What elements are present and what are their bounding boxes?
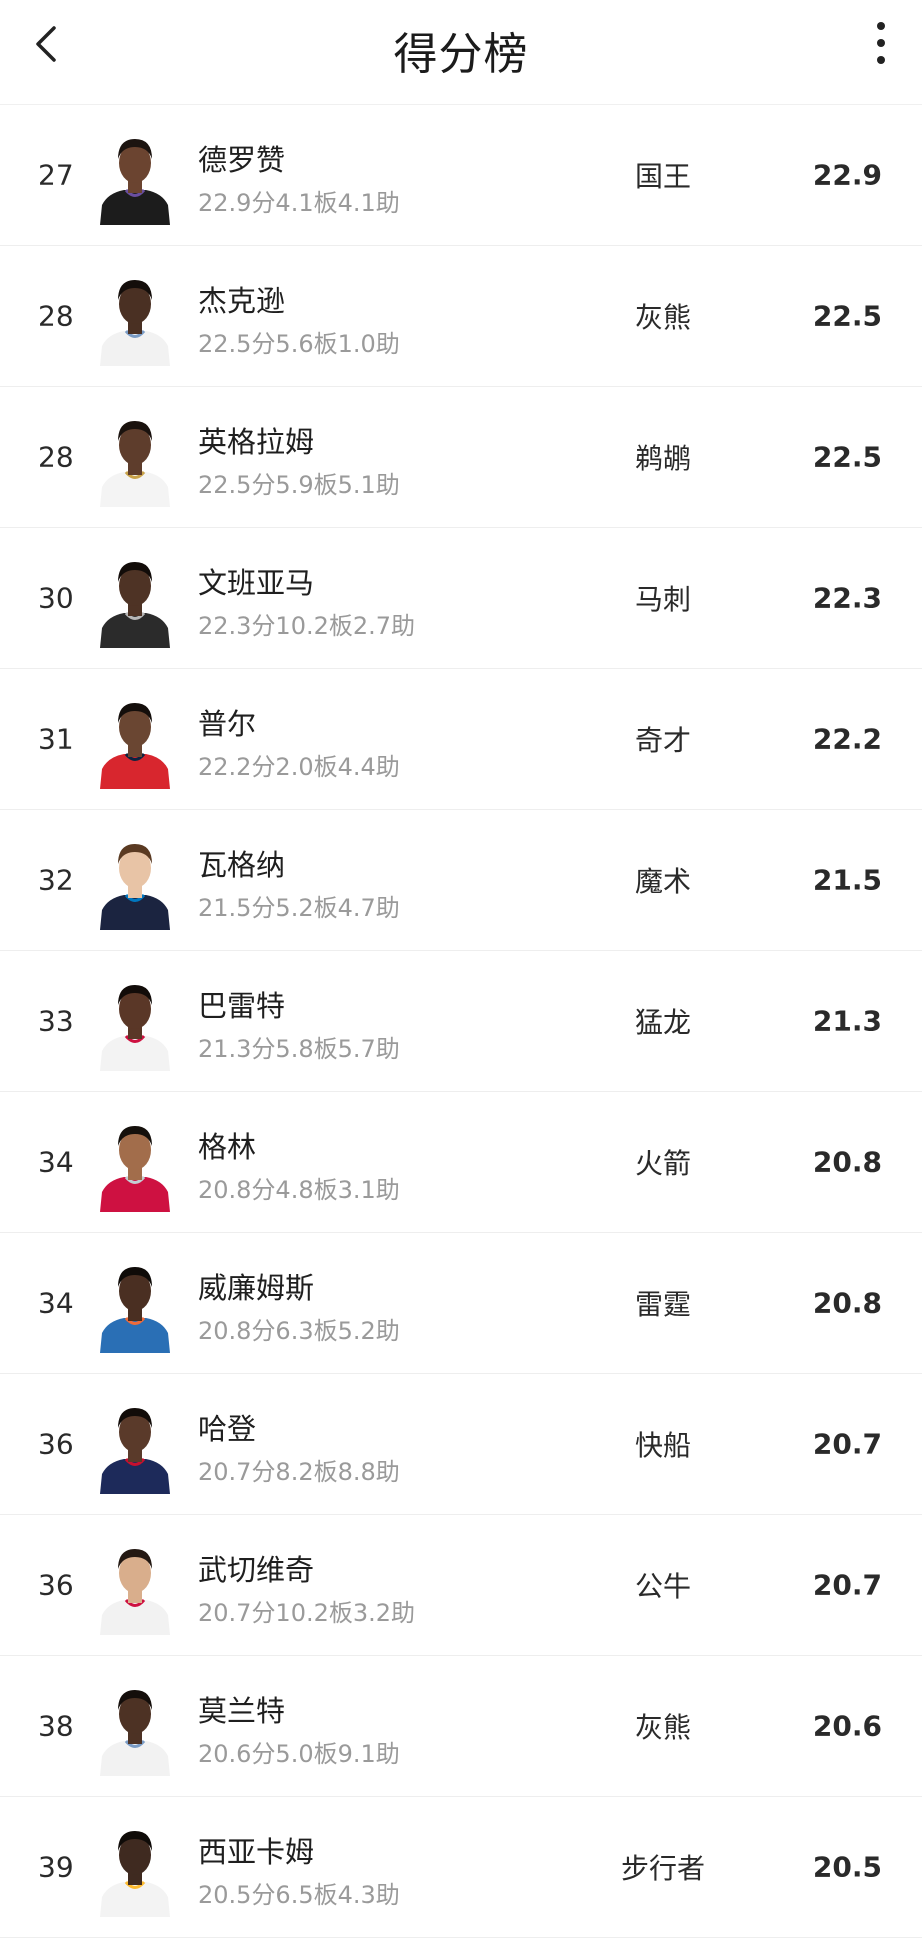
player-stats-line: 20.6分5.0板9.1助: [198, 1740, 400, 1768]
team-name: 国王: [634, 160, 691, 193]
player-name: 哈登: [198, 1412, 257, 1446]
player-name: 武切维奇: [198, 1553, 315, 1587]
points-per-game: 20.8: [812, 1145, 882, 1179]
player-row[interactable]: 28 杰克逊 22.5分5.6板1.0助 灰熊 22.5: [0, 246, 922, 387]
player-avatar: [98, 691, 172, 789]
player-stats-line: 20.8分6.3板5.2助: [198, 1317, 400, 1345]
player-avatar: [98, 973, 172, 1071]
team-name: 灰熊: [634, 1711, 691, 1744]
points-per-game: 20.7: [812, 1568, 882, 1602]
team-name: 步行者: [620, 1852, 705, 1885]
player-name: 巴雷特: [198, 989, 286, 1023]
rank-number: 39: [38, 1850, 74, 1884]
team-name: 猛龙: [634, 1006, 691, 1039]
player-row[interactable]: 34 威廉姆斯 20.8分6.3板5.2助 雷霆 20.8: [0, 1233, 922, 1374]
player-row[interactable]: 27 德罗赞 22.9分4.1板4.1助 国王 22.9: [0, 105, 922, 246]
rank-number: 31: [38, 722, 74, 756]
points-per-game: 22.2: [812, 722, 882, 756]
rank-number: 33: [38, 1004, 74, 1038]
player-name: 威廉姆斯: [198, 1271, 315, 1305]
rank-number: 38: [38, 1709, 74, 1743]
top-bar: 得分榜: [0, 0, 922, 105]
points-per-game: 22.5: [812, 299, 882, 333]
player-stats-line: 21.5分5.2板4.7助: [198, 894, 400, 922]
rank-number: 30: [38, 581, 74, 615]
player-avatar: [98, 1396, 172, 1494]
player-avatar: [98, 127, 172, 225]
player-name: 格林: [198, 1130, 257, 1164]
points-per-game: 20.5: [812, 1850, 882, 1884]
player-stats-line: 22.3分10.2板2.7助: [198, 612, 416, 640]
player-stats-line: 20.5分6.5板4.3助: [198, 1881, 400, 1909]
points-per-game: 20.8: [812, 1286, 882, 1320]
player-stats-line: 21.3分5.8板5.7助: [198, 1035, 400, 1063]
player-row[interactable]: 38 莫兰特 20.6分5.0板9.1助 灰熊 20.6: [0, 1656, 922, 1797]
rank-number: 34: [38, 1145, 74, 1179]
points-per-game: 21.5: [812, 863, 882, 897]
rank-number: 28: [38, 299, 74, 333]
team-name: 灰熊: [634, 301, 691, 334]
player-avatar: [98, 268, 172, 366]
player-avatar: [98, 832, 172, 930]
player-name: 西亚卡姆: [198, 1835, 315, 1869]
player-row[interactable]: 39 西亚卡姆 20.5分6.5板4.3助 步行者 20.5: [0, 1797, 922, 1938]
points-per-game: 20.6: [812, 1709, 882, 1743]
player-name: 莫兰特: [198, 1694, 286, 1728]
player-stats-line: 22.5分5.6板1.0助: [198, 330, 400, 358]
player-avatar: [98, 1678, 172, 1776]
player-avatar: [98, 1255, 172, 1353]
rank-number: 36: [38, 1427, 74, 1461]
player-name: 英格拉姆: [198, 425, 315, 459]
rank-number: 34: [38, 1286, 74, 1320]
team-name: 雷霆: [634, 1288, 691, 1321]
points-per-game: 22.9: [812, 158, 882, 192]
player-row[interactable]: 31 普尔 22.2分2.0板4.4助 奇才 22.2: [0, 669, 922, 810]
player-stats-line: 22.2分2.0板4.4助: [198, 753, 400, 781]
team-name: 鹈鹕: [634, 442, 691, 475]
rank-number: 32: [38, 863, 74, 897]
player-name: 德罗赞: [198, 143, 286, 177]
team-name: 快船: [634, 1429, 691, 1462]
scoring-leaderboard-list: 27 德罗赞 22.9分4.1板4.1助 国王 22.9 28 杰克逊 22.5分5.6板1.…: [0, 105, 922, 1938]
team-name: 奇才: [634, 724, 691, 757]
player-stats-line: 22.5分5.9板5.1助: [198, 471, 400, 499]
player-name: 瓦格纳: [198, 848, 286, 882]
team-name: 魔术: [634, 865, 691, 898]
player-avatar: [98, 550, 172, 648]
player-avatar: [98, 1819, 172, 1917]
player-stats-line: 20.8分4.8板3.1助: [198, 1176, 400, 1204]
team-name: 公牛: [634, 1570, 691, 1603]
points-per-game: 22.5: [812, 440, 882, 474]
player-stats-line: 20.7分8.2板8.8助: [198, 1458, 400, 1486]
player-name: 杰克逊: [198, 284, 286, 318]
player-row[interactable]: 28 英格拉姆 22.5分5.9板5.1助 鹈鹕 22.5: [0, 387, 922, 528]
player-avatar: [98, 409, 172, 507]
points-per-game: 22.3: [812, 581, 882, 615]
page-title: 得分榜: [393, 29, 529, 80]
team-name: 火箭: [634, 1147, 691, 1180]
player-avatar: [98, 1114, 172, 1212]
player-row[interactable]: 34 格林 20.8分4.8板3.1助 火箭 20.8: [0, 1092, 922, 1233]
team-name: 马刺: [634, 583, 691, 616]
player-row[interactable]: 36 哈登 20.7分8.2板8.8助 快船 20.7: [0, 1374, 922, 1515]
rank-number: 36: [38, 1568, 74, 1602]
rank-number: 27: [38, 158, 74, 192]
player-row[interactable]: 30 文班亚马 22.3分10.2板2.7助 马刺 22.3: [0, 528, 922, 669]
player-row[interactable]: 36 武切维奇 20.7分10.2板3.2助 公牛 20.7: [0, 1515, 922, 1656]
player-name: 文班亚马: [198, 566, 315, 600]
player-avatar: [98, 1537, 172, 1635]
player-stats-line: 22.9分4.1板4.1助: [198, 189, 400, 217]
player-row[interactable]: 33 巴雷特 21.3分5.8板5.7助 猛龙 21.3: [0, 951, 922, 1092]
points-per-game: 21.3: [812, 1004, 882, 1038]
more-options-icon[interactable]: [866, 18, 896, 68]
points-per-game: 20.7: [812, 1427, 882, 1461]
player-row[interactable]: 32 瓦格纳 21.5分5.2板4.7助 魔术 21.5: [0, 810, 922, 951]
player-name: 普尔: [198, 707, 257, 741]
player-stats-line: 20.7分10.2板3.2助: [198, 1599, 416, 1627]
rank-number: 28: [38, 440, 74, 474]
